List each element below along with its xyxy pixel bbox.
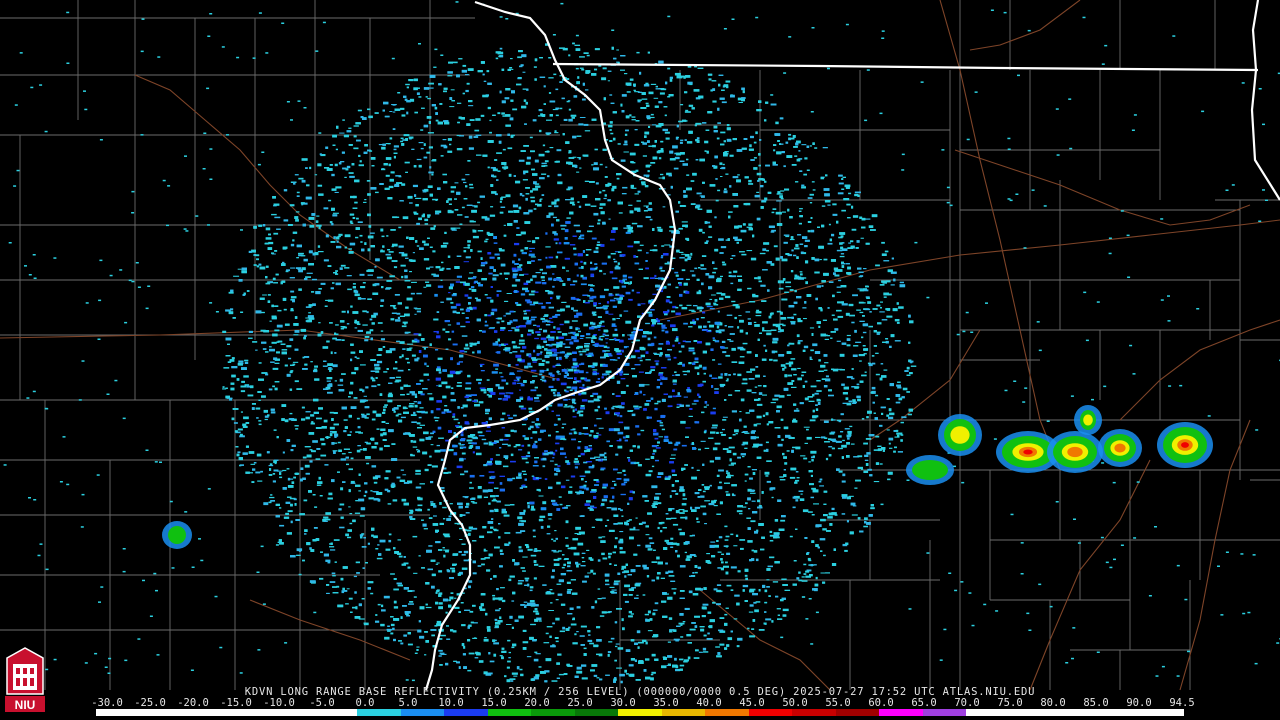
scale-band	[792, 709, 836, 716]
scale-label: 35.0	[653, 697, 679, 709]
scale-band	[1009, 709, 1054, 716]
scale-label: 85.0	[1083, 697, 1109, 709]
scale-band	[487, 709, 532, 716]
scale-band	[966, 709, 1010, 716]
scale-band	[922, 709, 967, 716]
scale-band	[661, 709, 706, 716]
scale-band	[574, 709, 619, 716]
scale-band	[400, 709, 445, 716]
scale-label: 65.0	[911, 697, 937, 709]
scale-band	[879, 709, 923, 716]
scale-label: 5.0	[398, 697, 418, 709]
scale-band	[313, 709, 358, 716]
scale-band	[270, 709, 314, 716]
scale-label: 55.0	[825, 697, 851, 709]
scale-label: 30.0	[610, 697, 636, 709]
scale-label: -10.0	[263, 697, 295, 709]
scale-band	[1096, 709, 1141, 716]
scale-label: 20.0	[524, 697, 550, 709]
radar-site-marker	[561, 359, 571, 369]
scale-label: 15.0	[481, 697, 507, 709]
scale-label: 75.0	[997, 697, 1023, 709]
scale-label: 60.0	[868, 697, 894, 709]
scale-band	[748, 709, 793, 716]
scale-label: 80.0	[1040, 697, 1066, 709]
scale-band	[618, 709, 662, 716]
scale-band	[444, 709, 488, 716]
scale-band	[357, 709, 401, 716]
scale-band	[139, 709, 184, 716]
scale-label: -20.0	[177, 697, 209, 709]
niu-logo: NIU	[5, 647, 45, 712]
scale-label: 70.0	[954, 697, 980, 709]
scale-label: -5.0	[309, 697, 335, 709]
color-scale-labels: -30.0 -25.0 -20.0 -15.0 -10.0 -5.0 0.0 5.0 10.0 1…	[91, 697, 1195, 709]
scale-band	[705, 709, 749, 716]
scale-label: -15.0	[220, 697, 252, 709]
scale-label: 25.0	[567, 697, 593, 709]
scale-label: 90.0	[1126, 697, 1152, 709]
scale-label: 40.0	[696, 697, 722, 709]
scale-label: -25.0	[134, 697, 166, 709]
scale-label: -30.0	[91, 697, 123, 709]
scale-band	[96, 709, 140, 716]
radar-map	[0, 0, 1280, 720]
scale-band	[226, 709, 271, 716]
color-scale-bar	[96, 709, 1184, 716]
scale-band	[1053, 709, 1097, 716]
scale-label: 0.0	[355, 697, 375, 709]
scale-band	[1140, 709, 1184, 716]
scale-label: 10.0	[438, 697, 464, 709]
scale-label: 50.0	[782, 697, 808, 709]
scale-band	[531, 709, 575, 716]
scale-band	[183, 709, 227, 716]
scale-label: 94.5	[1169, 697, 1195, 709]
scale-label: 45.0	[739, 697, 765, 709]
scale-band	[835, 709, 880, 716]
